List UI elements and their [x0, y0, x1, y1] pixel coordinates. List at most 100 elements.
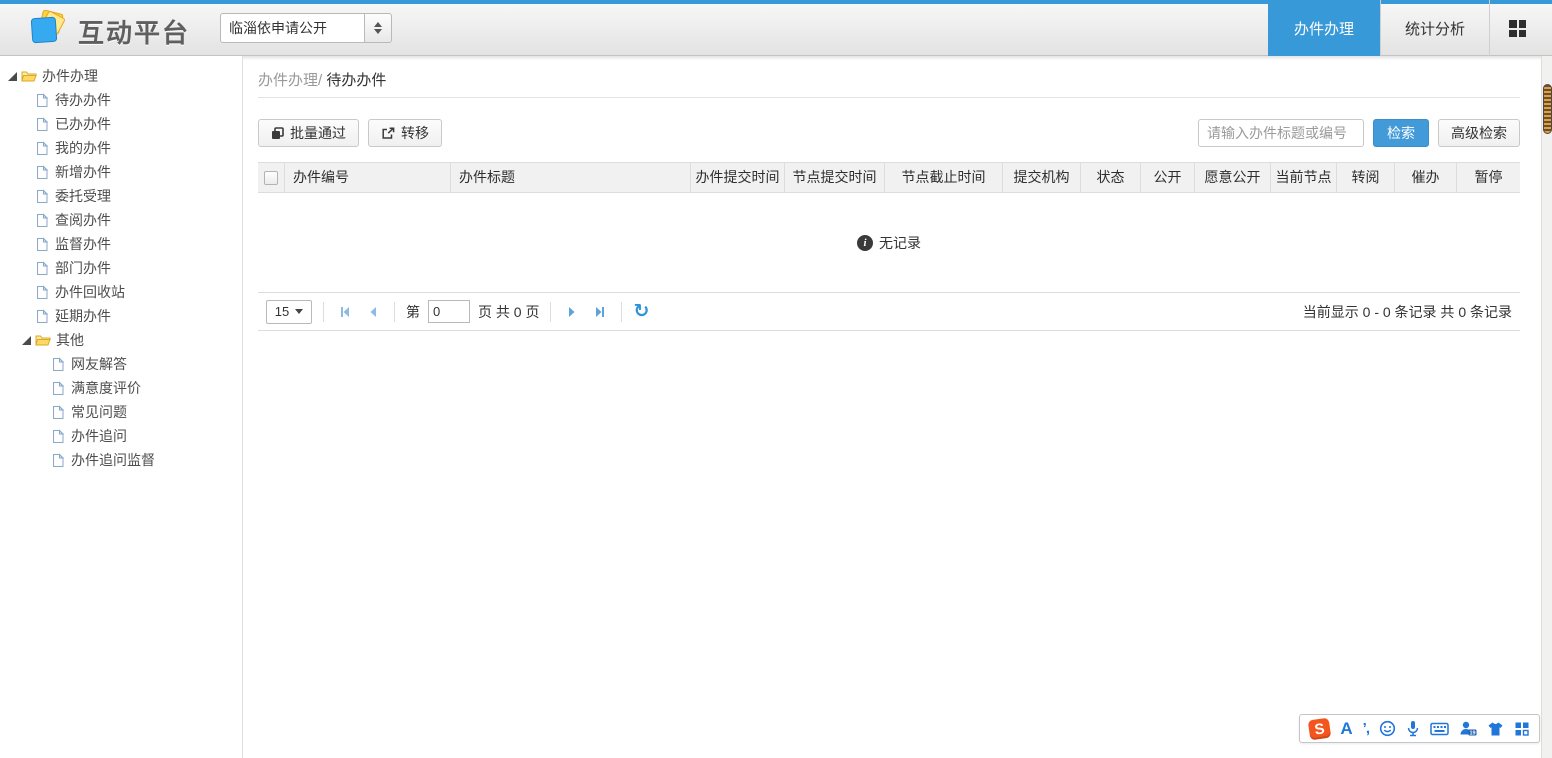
tree-item-label: 办件追问监督: [71, 450, 155, 470]
tab-case-handling[interactable]: 办件办理: [1268, 0, 1380, 56]
col-status[interactable]: 状态: [1080, 163, 1140, 192]
page-size-select[interactable]: 15: [266, 300, 312, 324]
tab-statistics[interactable]: 统计分析: [1380, 0, 1490, 56]
ime-toolbox-button[interactable]: [1514, 721, 1530, 737]
microphone-icon: [1406, 720, 1420, 737]
sidebar-tree: 办件办理 待办办件 已办办件 我的办件 新增办件 委托受理 查阅办件 监督办: [0, 56, 243, 758]
first-page-button[interactable]: [335, 302, 355, 322]
col-submit-time[interactable]: 办件提交时间: [690, 163, 784, 192]
col-node-deadline[interactable]: 节点截止时间: [884, 163, 1002, 192]
ime-language-toggle[interactable]: A: [1340, 719, 1352, 739]
tree-item-satisfaction-rating[interactable]: 满意度评价: [0, 376, 242, 400]
col-case-number[interactable]: 办件编号: [284, 163, 450, 192]
tree-item-case-followup[interactable]: 办件追问: [0, 424, 242, 448]
col-willing-public[interactable]: 愿意公开: [1194, 163, 1270, 192]
tree-item-case-recycle-bin[interactable]: 办件回收站: [0, 280, 242, 304]
tree-item-case-followup-supervision[interactable]: 办件追问监督: [0, 448, 242, 472]
tree-item-label: 监督办件: [55, 234, 111, 254]
advanced-search-button[interactable]: 高级检索: [1438, 119, 1520, 147]
document-icon: [50, 453, 66, 468]
tree-item-delayed-cases[interactable]: 延期办件: [0, 304, 242, 328]
app-title: 互动平台: [78, 13, 190, 50]
site-selector-spinner-button[interactable]: [364, 13, 392, 43]
select-all-checkbox[interactable]: [264, 171, 278, 185]
col-node-submit-time[interactable]: 节点提交时间: [784, 163, 884, 192]
tree-item-completed-cases[interactable]: 已办办件: [0, 112, 242, 136]
col-public[interactable]: 公开: [1140, 163, 1194, 192]
spinner-down-icon: [374, 29, 382, 34]
search-button[interactable]: 检索: [1373, 119, 1429, 147]
vertical-scrollbar-thumb[interactable]: [1543, 84, 1552, 134]
tree-item-label: 办件回收站: [55, 282, 125, 302]
table-header-row: 办件编号 办件标题 办件提交时间 节点提交时间 节点截止时间 提交机构 状态 公…: [258, 162, 1520, 193]
breadcrumb-parent: 办件办理/: [258, 72, 326, 89]
site-selector-value[interactable]: 临淄依申请公开: [220, 13, 364, 43]
next-page-button[interactable]: [562, 302, 582, 322]
tree-item-label: 我的办件: [55, 138, 111, 158]
tab-label: 统计分析: [1405, 18, 1465, 39]
col-urge[interactable]: 催办: [1394, 163, 1456, 192]
search-input[interactable]: [1198, 119, 1364, 147]
ime-voice-button[interactable]: [1406, 720, 1420, 737]
col-current-node[interactable]: 当前节点: [1270, 163, 1336, 192]
tree-item-supervise-cases[interactable]: 监督办件: [0, 232, 242, 256]
toolbox-grid-icon: [1514, 721, 1530, 737]
tab-label: 办件办理: [1294, 18, 1354, 39]
tree-item-netizen-answers[interactable]: 网友解答: [0, 352, 242, 376]
sogou-logo-icon[interactable]: S: [1308, 717, 1332, 740]
ime-toolbar: S A ’,: [1299, 714, 1540, 743]
tree-item-faq[interactable]: 常见问题: [0, 400, 242, 424]
next-page-icon: [565, 305, 579, 319]
col-forward-read[interactable]: 转阅: [1336, 163, 1394, 192]
tree-item-my-cases[interactable]: 我的办件: [0, 136, 242, 160]
col-case-title[interactable]: 办件标题: [450, 163, 690, 192]
ime-punctuation-toggle[interactable]: ’,: [1363, 720, 1369, 737]
tree-item-new-case[interactable]: 新增办件: [0, 160, 242, 184]
col-pause[interactable]: 暂停: [1456, 163, 1520, 192]
ime-emoji-button[interactable]: [1379, 720, 1396, 737]
tree-item-label: 满意度评价: [71, 378, 141, 398]
tree-item-review-cases[interactable]: 查阅办件: [0, 208, 242, 232]
grid-icon: [1508, 19, 1527, 38]
table-toolbar: 批量通过 转移: [258, 119, 442, 147]
ime-account-button[interactable]: 19: [1459, 720, 1477, 737]
document-icon: [34, 189, 50, 204]
document-icon: [50, 381, 66, 396]
tree-item-label: 待办办件: [55, 90, 111, 110]
tree-item-label: 办件追问: [71, 426, 127, 446]
smiley-icon: [1379, 720, 1396, 737]
prev-page-button[interactable]: [363, 302, 383, 322]
ime-skin-button[interactable]: [1487, 721, 1504, 737]
tree-item-entrusted-acceptance[interactable]: 委托受理: [0, 184, 242, 208]
site-selector-combobox[interactable]: 临淄依申请公开: [220, 13, 392, 43]
tree-expand-icon[interactable]: [20, 334, 33, 347]
select-all-cell: [258, 163, 284, 192]
transfer-button[interactable]: 转移: [368, 119, 442, 147]
page-number-input[interactable]: [428, 300, 470, 323]
refresh-button[interactable]: ↻: [633, 303, 649, 321]
ime-keyboard-button[interactable]: [1430, 722, 1449, 736]
tree-item-label: 新增办件: [55, 162, 111, 182]
chevron-down-icon: [295, 309, 303, 314]
tree-folder-other[interactable]: 其他: [0, 328, 242, 352]
pagination-bar: 15 第 页 共 0 页 ↻ 当前显示 0 - 0 条记录 共 0 条记录: [258, 292, 1520, 331]
tree-item-pending-cases[interactable]: 待办办件: [0, 88, 242, 112]
col-submit-org[interactable]: 提交机构: [1002, 163, 1080, 192]
transfer-label: 转移: [401, 123, 429, 143]
user-icon: 19: [1459, 720, 1477, 737]
document-icon: [34, 309, 50, 324]
apps-grid-button[interactable]: [1494, 0, 1540, 56]
last-page-button[interactable]: [590, 302, 610, 322]
tree-item-label: 部门办件: [55, 258, 111, 278]
tree-expand-icon[interactable]: [6, 70, 19, 83]
breadcrumb-current: 待办办件: [326, 72, 386, 89]
batch-pass-button[interactable]: 批量通过: [258, 119, 359, 147]
tree-item-department-cases[interactable]: 部门办件: [0, 256, 242, 280]
page-size-value: 15: [275, 304, 289, 319]
tree-folder-case-handling[interactable]: 办件办理: [0, 64, 242, 88]
vertical-scrollbar-track[interactable]: [1541, 56, 1552, 758]
tree-item-label: 委托受理: [55, 186, 111, 206]
empty-state-text: 无记录: [879, 233, 921, 253]
tree-item-label: 延期办件: [55, 306, 111, 326]
tree-item-label: 网友解答: [71, 354, 127, 374]
